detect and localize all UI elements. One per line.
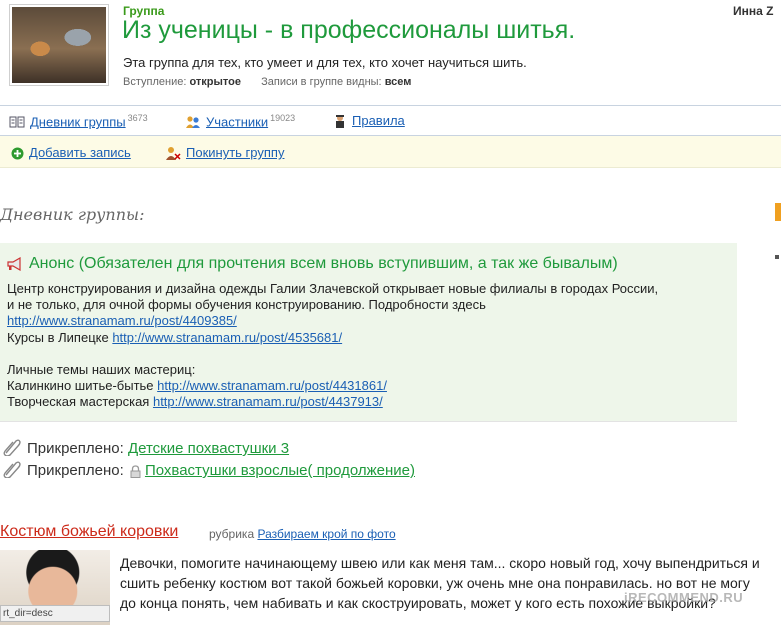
announcement-title-text: Анонс (Обязателен для прочтения всем вно… bbox=[29, 255, 618, 272]
leave-group-icon bbox=[166, 147, 181, 160]
paperclip-icon bbox=[3, 439, 21, 456]
users-icon bbox=[186, 116, 200, 129]
entry-value: открытое bbox=[189, 76, 241, 88]
diary-count: 3673 bbox=[127, 113, 148, 123]
post-title-link[interactable]: Костюм божьей коровки bbox=[0, 523, 178, 541]
rubric-link[interactable]: Разбираем крой по фото bbox=[257, 527, 395, 541]
entry-label: Вступление: bbox=[123, 76, 187, 88]
masters-heading: Личные темы наших мастериц: bbox=[7, 361, 196, 377]
side-dot bbox=[775, 255, 779, 259]
divider bbox=[0, 421, 737, 422]
tab-rules-link[interactable]: Правила bbox=[352, 113, 405, 128]
pinned-link[interactable]: Детские похвастушки 3 bbox=[128, 440, 289, 457]
tab-diary-link[interactable]: Дневник группы bbox=[30, 114, 126, 129]
add-post-button[interactable]: Добавить запись bbox=[11, 145, 131, 160]
side-tab-marker[interactable] bbox=[775, 203, 781, 221]
tab-members[interactable]: Участники 19023 bbox=[185, 113, 295, 129]
pinned-item: Прикреплено: Похвастушки взрослые( продо… bbox=[2, 460, 415, 479]
book-icon bbox=[9, 116, 25, 128]
plus-circle-icon bbox=[11, 147, 24, 160]
group-description: Эта группа для тех, кто умеет и для тех,… bbox=[123, 55, 527, 70]
group-meta: Вступление: открытое Записи в группе вид… bbox=[123, 76, 411, 88]
announcement-line: и не только, для очной формы обучения ко… bbox=[7, 297, 486, 313]
leave-group-button[interactable]: Покинуть группу bbox=[165, 145, 284, 160]
visibility-label: Записи в группе видны: bbox=[261, 76, 382, 88]
post-rubric: рубрика Разбираем крой по фото bbox=[209, 527, 396, 541]
user-name[interactable]: Инна Z bbox=[733, 4, 773, 18]
tab-members-link[interactable]: Участники bbox=[206, 114, 268, 129]
announcement-link[interactable]: http://www.stranamam.ru/post/4431861/ bbox=[157, 378, 387, 393]
lock-icon bbox=[130, 465, 141, 478]
page-title: Из ученицы - в профессионалы шитья. bbox=[122, 16, 576, 44]
status-bar: rt_dir=desc bbox=[0, 605, 110, 622]
judge-icon bbox=[336, 115, 344, 128]
announcement-link[interactable]: http://www.stranamam.ru/post/4535681/ bbox=[112, 330, 342, 345]
leave-group-link[interactable]: Покинуть группу bbox=[186, 145, 284, 160]
announcement-body: Центр конструирования и дизайна одежды Г… bbox=[7, 281, 658, 410]
lipetsk-label: Курсы в Липецке bbox=[7, 329, 109, 345]
pinned-link[interactable]: Похвастушки взрослые( продолжение) bbox=[145, 462, 415, 479]
add-post-link[interactable]: Добавить запись bbox=[29, 145, 131, 160]
diary-heading: Дневник группы: bbox=[0, 205, 145, 224]
pinned-label: Прикреплено: bbox=[27, 440, 124, 457]
pinned-label: Прикреплено: bbox=[27, 462, 124, 479]
group-avatar[interactable] bbox=[9, 4, 109, 86]
rubric-label: рубрика bbox=[209, 527, 255, 541]
watermark: iRECOMMEND.RU bbox=[624, 590, 744, 605]
kalinkino-label: Калинкино шитье-бытье bbox=[7, 378, 154, 394]
paperclip-icon bbox=[3, 461, 21, 478]
tab-diary[interactable]: Дневник группы 3673 bbox=[9, 113, 148, 129]
megaphone-icon bbox=[7, 257, 21, 271]
members-count: 19023 bbox=[270, 113, 296, 123]
tab-rules[interactable]: Правила bbox=[333, 113, 405, 128]
announcement-link[interactable]: http://www.stranamam.ru/post/4437913/ bbox=[153, 394, 383, 409]
announcement-title: Анонс (Обязателен для прочтения всем вно… bbox=[6, 255, 618, 273]
announcement-link[interactable]: http://www.stranamam.ru/post/4409385/ bbox=[7, 313, 237, 328]
group-avatar-image bbox=[12, 7, 106, 83]
visibility-value: всем bbox=[384, 76, 412, 88]
announcement-line: Центр конструирования и дизайна одежды Г… bbox=[7, 281, 659, 296]
pinned-item: Прикреплено: Детские похвастушки 3 bbox=[2, 438, 289, 457]
workshop-label: Творческая мастерская bbox=[7, 394, 150, 410]
